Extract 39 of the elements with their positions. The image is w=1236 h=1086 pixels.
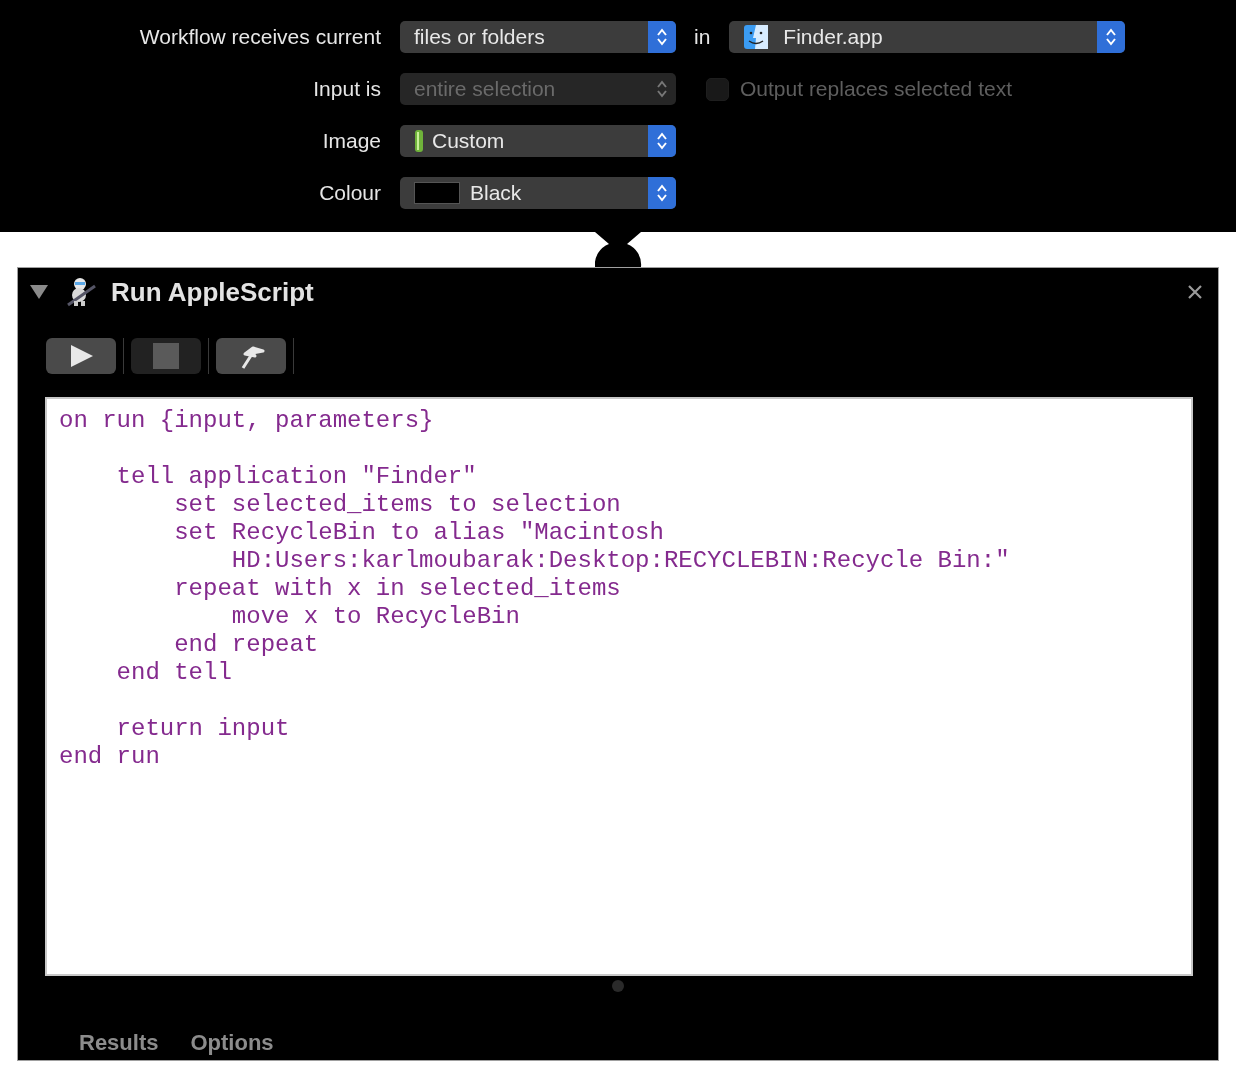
updown-arrows-icon — [656, 183, 668, 203]
checkbox-label: Output replaces selected text — [740, 76, 1012, 103]
code-line: end tell — [115, 659, 233, 687]
code-line: repeat with x in selected_items — [173, 575, 622, 603]
compile-button[interactable] — [216, 338, 286, 374]
field-label: Image — [321, 128, 381, 155]
tab[interactable]: Results — [79, 1026, 159, 1059]
code-line: return input — [115, 715, 291, 743]
popup-button[interactable]: Black — [400, 177, 676, 209]
field-label: Workflow receives current — [138, 24, 381, 51]
updown-arrows-icon — [656, 131, 668, 151]
finder-face-icon — [743, 24, 770, 50]
popup-button[interactable]: Custom — [400, 125, 676, 157]
code-line: HD:Users:karlmoubarak:Desktop:RECYCLEBIN:Recycle Bin:" — [230, 547, 1011, 575]
resize-handle[interactable] — [612, 980, 624, 992]
tab[interactable]: Options — [190, 1026, 274, 1059]
popup-button[interactable]: Finder.app — [729, 21, 1126, 53]
battery-icon — [412, 128, 426, 154]
field-label: Colour — [318, 180, 381, 207]
updown-arrows-icon — [656, 79, 668, 99]
run-button[interactable] — [46, 338, 116, 374]
code-editor[interactable] — [45, 397, 1193, 976]
code-line: set RecycleBin to alias "Macintosh — [173, 519, 665, 547]
stop-icon — [152, 342, 180, 370]
popup-button[interactable]: files or folders — [400, 21, 676, 53]
code-line: move x to RecycleBin — [230, 603, 521, 631]
updown-arrows-icon — [656, 27, 668, 47]
code-line: on run {input, parameters} — [59, 407, 435, 435]
code-line: end run — [59, 743, 161, 771]
code-line: end repeat — [173, 631, 320, 659]
code-line: set selected_items to selection — [173, 491, 622, 519]
code-line: tell application "Finder" — [115, 463, 478, 491]
field-label: in — [694, 24, 711, 51]
action-title: Run AppleScript — [111, 275, 314, 309]
updown-arrows-icon — [1105, 27, 1118, 47]
color-swatch — [414, 182, 460, 204]
disclosure-triangle-icon[interactable] — [30, 285, 48, 299]
robot-icon — [65, 276, 97, 308]
field-label: Input is — [312, 76, 381, 103]
